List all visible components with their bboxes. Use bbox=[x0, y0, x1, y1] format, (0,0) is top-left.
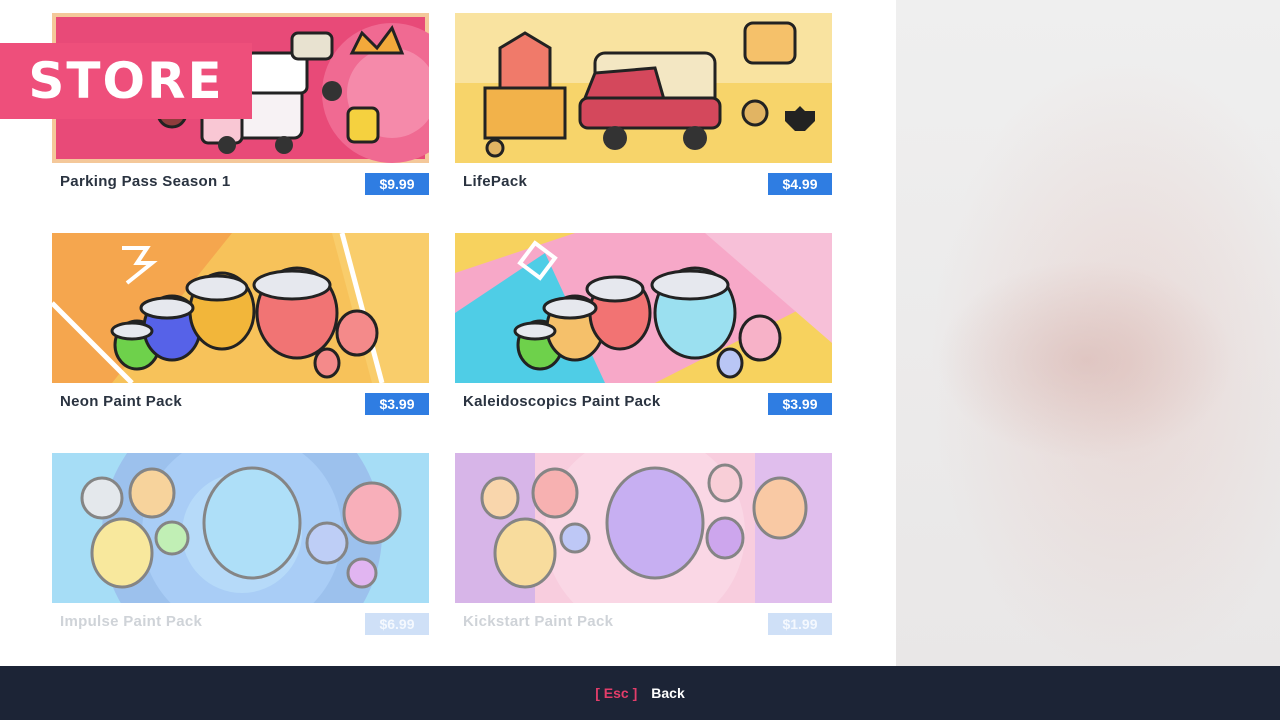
price-tag[interactable]: $3.99 bbox=[768, 393, 832, 415]
item-title: Kickstart Paint Pack bbox=[463, 613, 614, 630]
lifepack-artwork bbox=[455, 13, 832, 163]
esc-key-hint: [ Esc ] bbox=[595, 685, 638, 701]
price-tag[interactable]: $3.99 bbox=[365, 393, 429, 415]
item-title: Neon Paint Pack bbox=[60, 393, 183, 410]
kaleidoscopics-paint-artwork bbox=[455, 233, 832, 383]
item-title: LifePack bbox=[463, 173, 528, 190]
impulse-paint-artwork bbox=[52, 453, 429, 603]
store-item-kickstart-paint-pack[interactable]: Kickstart Paint Pack $1.99 bbox=[455, 453, 832, 635]
store-title-banner: STORE bbox=[0, 43, 252, 119]
store-item-neon-paint-pack[interactable]: Neon Paint Pack $3.99 bbox=[52, 233, 429, 415]
store-item-impulse-paint-pack[interactable]: Impulse Paint Pack $6.99 bbox=[52, 453, 429, 635]
store-item-kaleidoscopics-paint-pack[interactable]: Kaleidoscopics Paint Pack $3.99 bbox=[455, 233, 832, 415]
footer-bar: [ Esc ] Back bbox=[0, 666, 1280, 720]
blurred-game-background bbox=[896, 0, 1280, 666]
price-tag[interactable]: $4.99 bbox=[768, 173, 832, 195]
back-button[interactable]: Back bbox=[651, 685, 684, 701]
price-tag[interactable]: $1.99 bbox=[768, 613, 832, 635]
item-title: Kaleidoscopics Paint Pack bbox=[463, 393, 661, 410]
price-tag[interactable]: $9.99 bbox=[365, 173, 429, 195]
item-title: Parking Pass Season 1 bbox=[60, 173, 231, 190]
store-item-lifepack[interactable]: LifePack $4.99 bbox=[455, 13, 832, 195]
item-title: Impulse Paint Pack bbox=[60, 613, 203, 630]
neon-paint-artwork bbox=[52, 233, 429, 383]
blurred-vehicle bbox=[936, 260, 1236, 460]
price-tag[interactable]: $6.99 bbox=[365, 613, 429, 635]
store-title: STORE bbox=[28, 52, 224, 110]
kickstart-paint-artwork bbox=[455, 453, 832, 603]
